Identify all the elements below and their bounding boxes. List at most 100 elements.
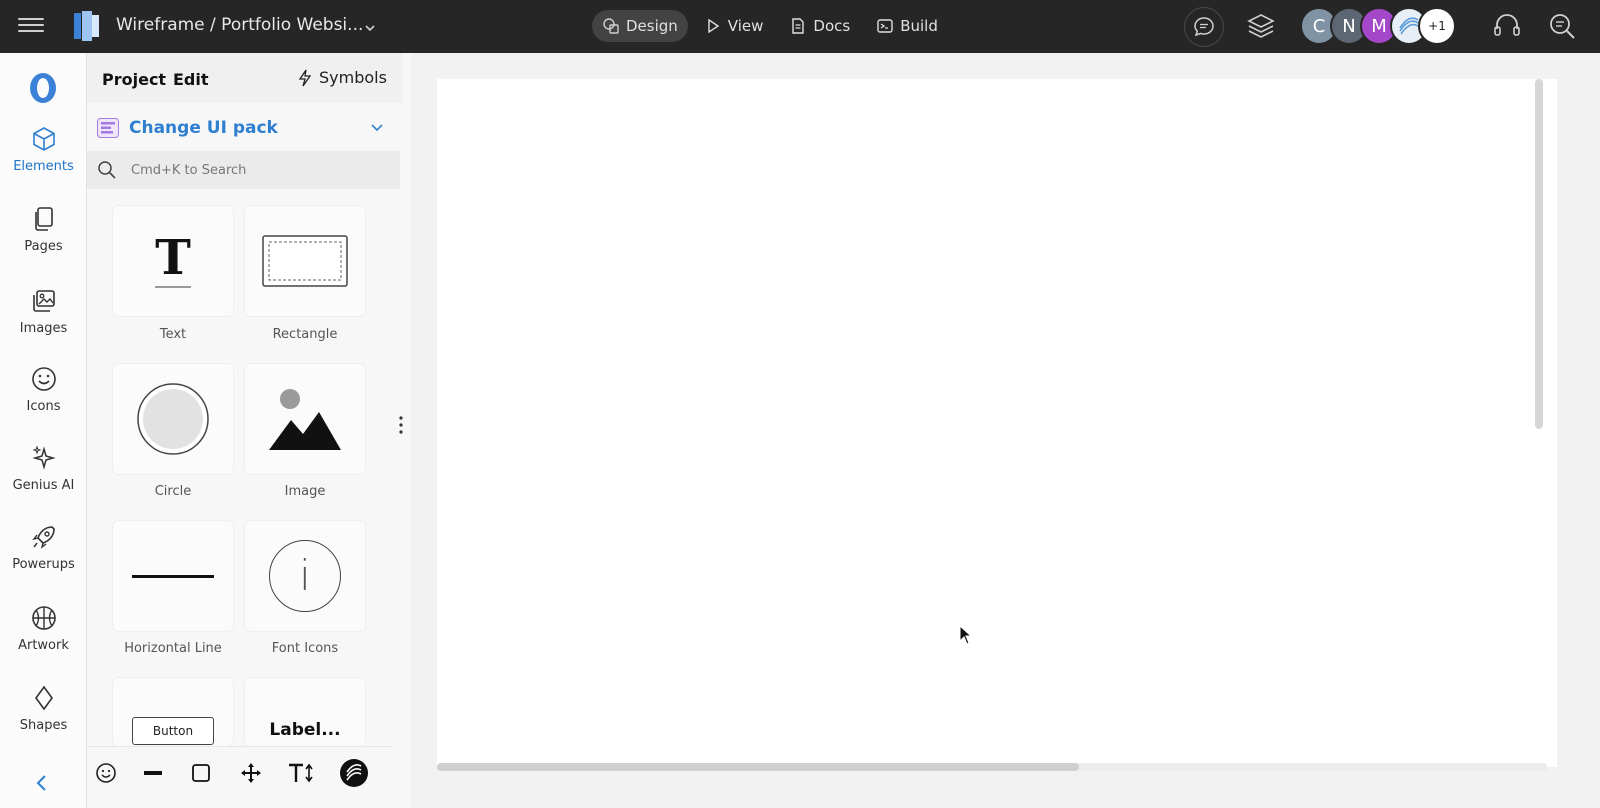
label-preview-text: Label... [269,720,341,740]
element-tile-horizontal-line[interactable] [112,520,234,632]
element-tile-text[interactable]: T [112,205,234,317]
symbols-label: Symbols [319,68,387,87]
layers-icon[interactable] [1246,11,1276,41]
sidebar-item-label: Artwork [18,638,69,653]
search-icon [98,161,116,179]
sidebar-item-label: Genius AI [12,478,75,493]
brand-badge-icon [340,759,368,787]
sidebar-item-elements[interactable]: Elements [0,125,87,195]
sidebar-item-label: Icons [26,399,61,414]
collapse-panel-icon[interactable] [30,771,54,795]
app-logo-icon[interactable] [74,11,100,41]
terminal-icon [877,19,893,33]
mouse-cursor-icon [959,625,973,645]
tab-view-label: View [727,17,764,35]
search-icon[interactable] [1547,11,1577,41]
search-input[interactable] [131,162,381,178]
tab-view[interactable]: View [694,10,774,42]
insert-rectangle-button[interactable] [187,759,215,787]
sidebar-item-shapes[interactable]: Shapes [0,684,87,754]
chevron-down-icon[interactable] [364,22,376,34]
basketball-icon [31,606,56,630]
symbols-button[interactable]: Symbols [297,68,387,87]
image-preview-icon [269,389,341,450]
tab-project[interactable]: Project [102,70,166,89]
text-preview: T [155,234,191,288]
tab-build[interactable]: Build [866,10,948,42]
tile-label: Horizontal Line [124,641,222,656]
element-tile-image[interactable] [244,363,366,475]
tab-docs[interactable]: Docs [779,10,860,42]
insert-text-button[interactable] [287,759,315,787]
element-tile-button[interactable]: Button [112,677,234,747]
insert-icon-button[interactable] [92,759,120,787]
move-arrows-icon [241,763,261,783]
sidebar-item-label: Powerups [12,557,75,572]
info-glyph: i [299,551,311,600]
element-tile-circle[interactable] [112,363,234,475]
sidebar-item-powerups[interactable]: Powerups [0,523,87,593]
info-icon: i [269,540,341,612]
tab-edit[interactable]: Edit [173,70,209,89]
change-ui-pack-button[interactable]: Change UI pack [97,113,393,143]
sidebar-item-images[interactable]: Images [0,287,87,357]
horizontal-scrollbar[interactable] [437,763,1079,771]
smiley-icon [31,367,56,391]
sidebar-item-pages[interactable]: Pages [0,205,87,275]
insert-line-button[interactable] [139,759,167,787]
chevron-down-icon [371,124,383,132]
square-icon [192,764,210,782]
line-icon [144,771,162,775]
mode-nav: Design View Docs Build [592,10,948,42]
hamburger-menu-icon[interactable] [18,14,44,36]
quick-insert-toolbar [87,746,393,798]
tile-label: Image [284,484,326,499]
sidebar-item-label: Elements [13,159,74,174]
images-icon [32,290,55,312]
elements-panel: Project Edit Symbols Change UI pack T Te… [87,53,411,808]
top-bar: Wireframe / Portfolio Websi... Design Vi… [0,0,1600,53]
tab-design[interactable]: Design [592,10,688,42]
avatar-overflow-count[interactable]: +1 [1418,7,1456,45]
tile-label: Font Icons [271,641,339,656]
cube-icon [32,127,55,151]
project-title[interactable]: Wireframe / Portfolio Websi... [116,15,363,35]
button-preview-text: Button [152,724,194,738]
element-tile-font-icons[interactable]: i [244,520,366,632]
headset-icon[interactable] [1492,11,1522,41]
ui-pack-label: Change UI pack [129,118,278,138]
tab-design-label: Design [626,17,678,35]
sidebar-item-artwork[interactable]: Artwork [0,604,87,674]
vertical-scrollbar[interactable] [1535,79,1543,429]
comments-button[interactable] [1184,7,1224,47]
chat-bubble-icon [1194,17,1214,37]
sidebar-item-icons[interactable]: Icons [0,365,87,435]
sparkle-icon [31,445,56,470]
document-icon [792,18,805,34]
button-preview: Button [132,717,214,745]
design-icon [603,18,619,34]
brand-logo-icon[interactable] [26,71,60,105]
design-canvas[interactable] [411,53,1600,808]
insert-brand-button[interactable] [339,758,369,788]
tile-label: Rectangle [272,327,338,342]
sidebar-item-label: Images [19,321,68,336]
horizontal-line-preview [132,574,214,578]
lightning-icon [298,69,312,86]
search-bar [87,151,400,189]
diamond-icon [34,685,53,711]
insert-component-button[interactable] [237,759,265,787]
panel-resize-handle-icon[interactable] [399,415,403,435]
tab-build-label: Build [900,17,938,35]
element-tile-rectangle[interactable] [244,205,366,317]
artboard[interactable] [437,79,1557,767]
text-underline [155,286,191,288]
sidebar-item-genius-ai[interactable]: Genius AI [0,444,87,514]
text-glyph: T [155,230,191,286]
sidebar-item-label: Pages [24,239,63,254]
circle-preview [137,383,209,455]
text-resize-icon [289,763,313,783]
smiley-icon [96,763,116,783]
element-tile-label[interactable]: Label... [244,677,366,747]
rocket-icon [31,526,55,549]
